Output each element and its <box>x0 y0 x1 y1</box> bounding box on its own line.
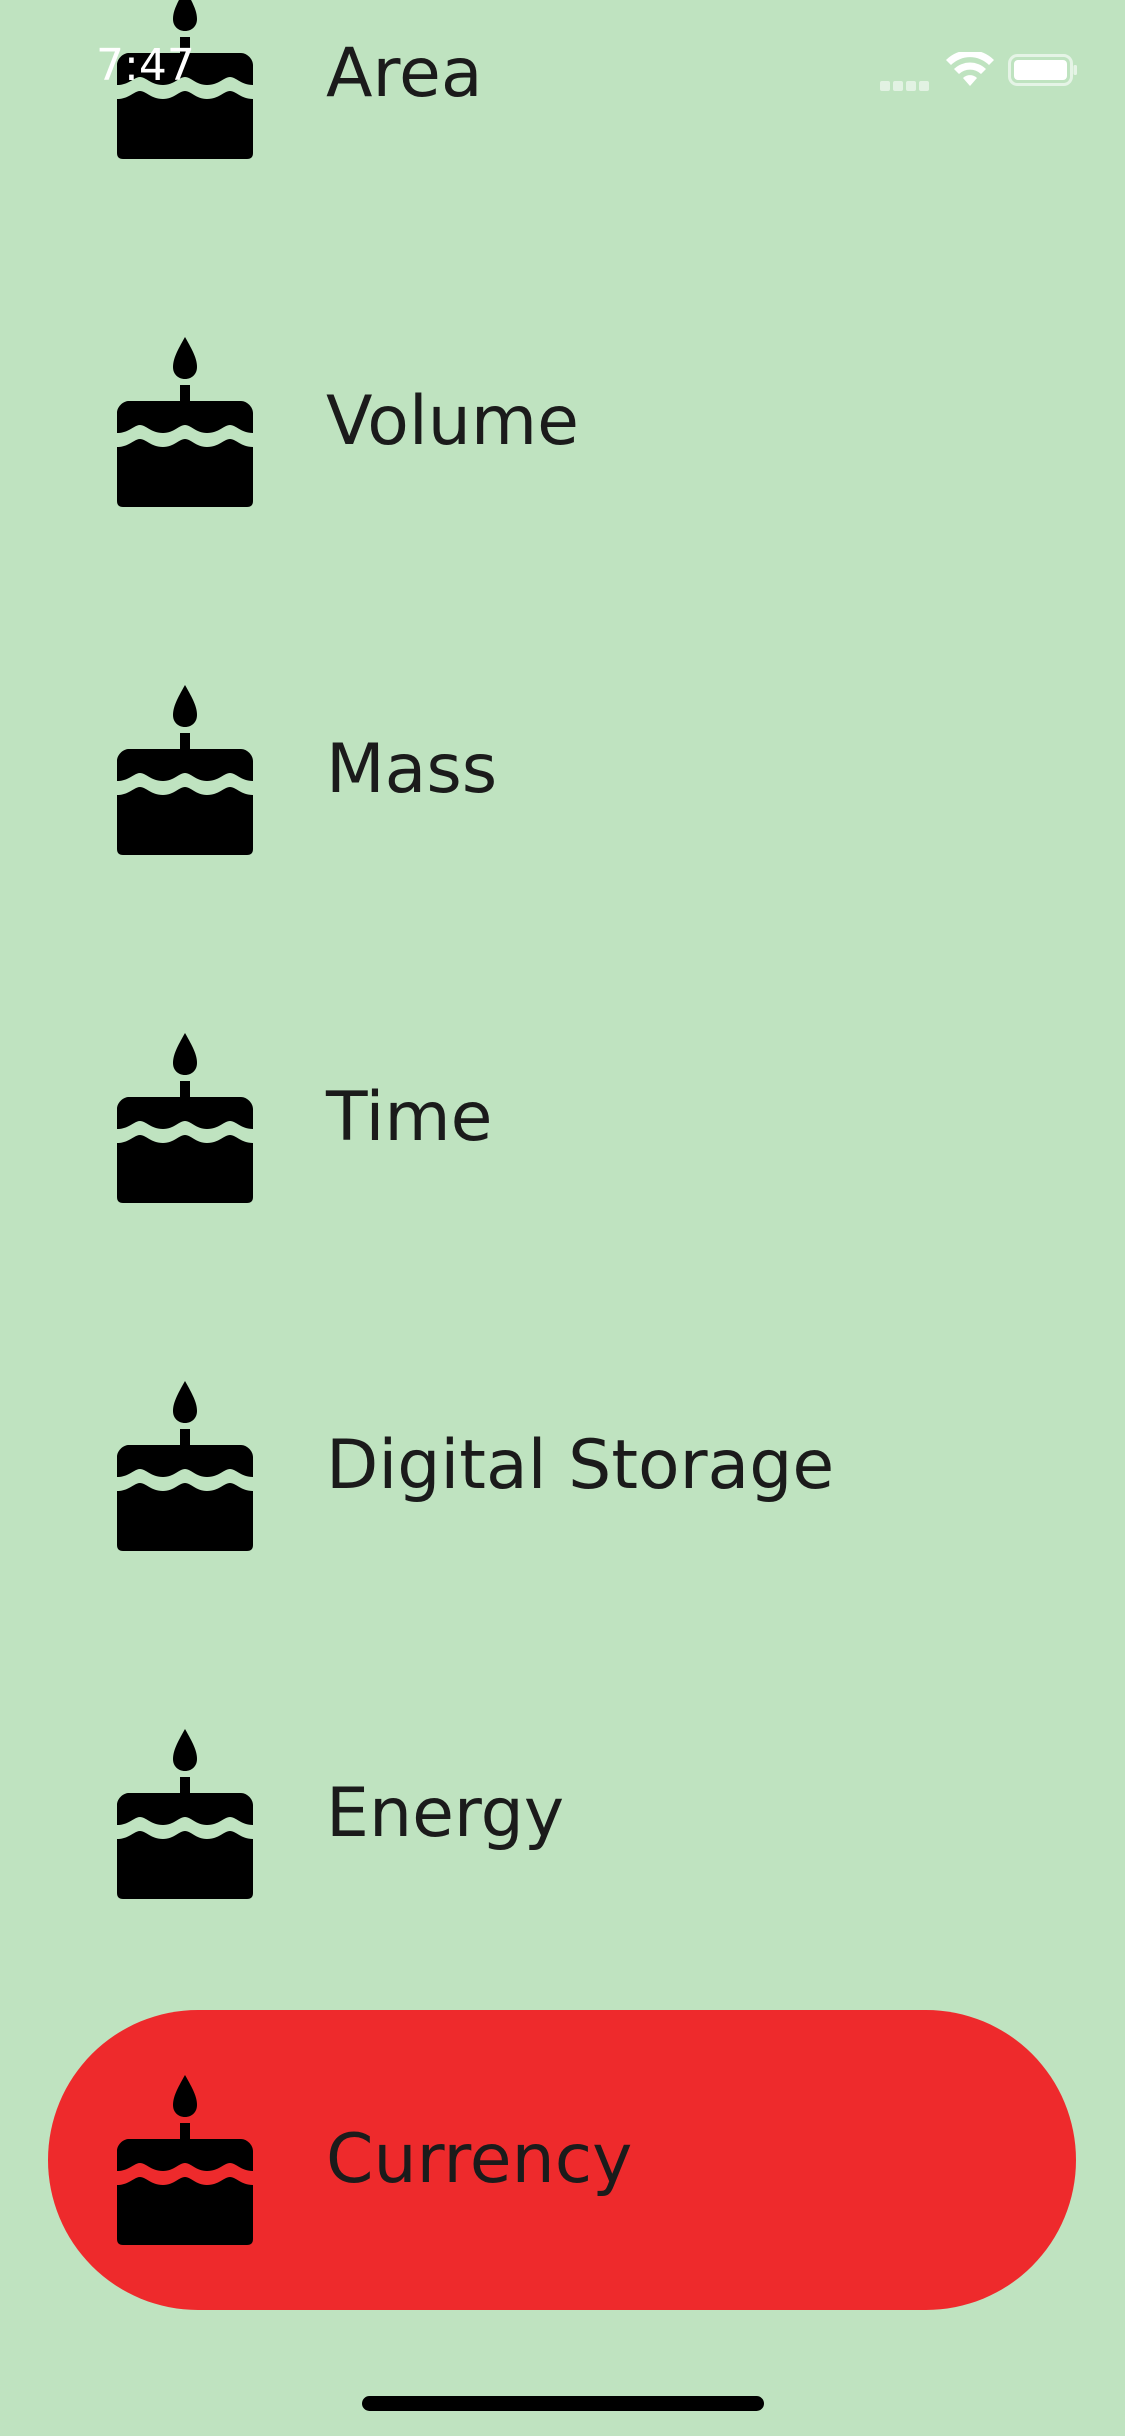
cake-icon <box>117 2075 253 2245</box>
category-item-volume[interactable]: Volume <box>48 272 1076 572</box>
wifi-icon <box>945 50 995 88</box>
home-indicator[interactable] <box>362 2396 764 2411</box>
battery-icon <box>1008 54 1078 86</box>
category-label: Digital Storage <box>326 1426 835 1505</box>
status-bar: 7:47 <box>0 0 1125 140</box>
category-label: Mass <box>326 730 498 809</box>
cake-icon <box>117 1729 253 1899</box>
category-label: Time <box>326 1078 493 1157</box>
cellular-signal-icon <box>880 76 932 91</box>
cake-icon <box>117 1033 253 1203</box>
category-label: Volume <box>326 382 579 461</box>
category-label: Energy <box>326 1774 565 1853</box>
category-list: Area Volume Mass Time Digital Storage En… <box>0 0 1125 2436</box>
cake-icon <box>117 685 253 855</box>
cake-icon <box>117 1381 253 1551</box>
cake-icon <box>117 337 253 507</box>
category-item-time[interactable]: Time <box>48 968 1076 1268</box>
status-time: 7:47 <box>96 40 195 91</box>
category-item-energy[interactable]: Energy <box>48 1664 1076 1964</box>
category-label: Currency <box>326 2120 633 2199</box>
category-item-mass[interactable]: Mass <box>48 620 1076 920</box>
category-item-currency[interactable]: Currency <box>48 2010 1076 2310</box>
category-item-digital-storage[interactable]: Digital Storage <box>48 1316 1076 1616</box>
